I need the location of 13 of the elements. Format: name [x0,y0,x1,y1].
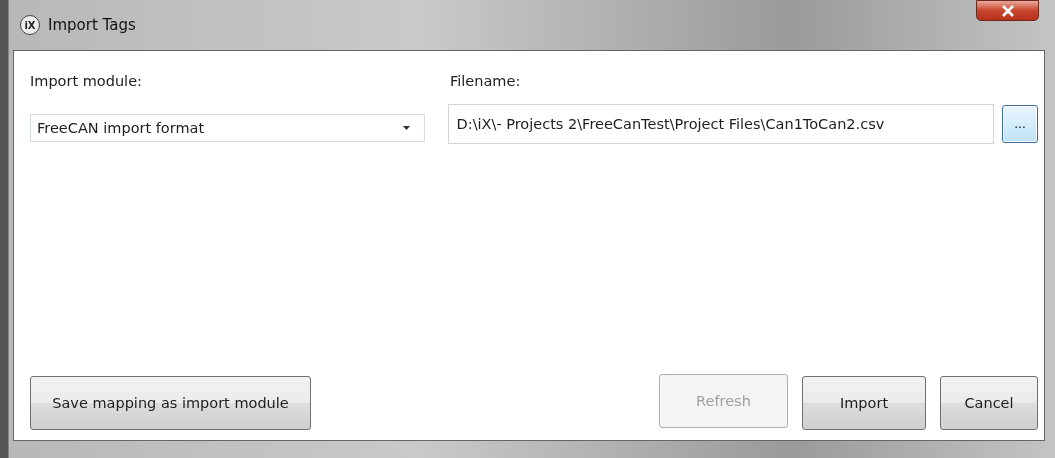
dialog-button[interactable]: Cancel [940,376,1038,430]
close-button[interactable] [976,0,1039,21]
app-logo: iX [20,15,40,35]
dialog-button[interactable]: Import [802,376,926,430]
field-label: Filename: [450,73,521,89]
dialog-button[interactable]: Save mapping as import module [30,376,311,430]
module-dropdown[interactable]: FreeCAN import format [30,113,425,142]
caret-icon [402,125,410,130]
window-title: Import Tags [48,16,136,34]
filename-field[interactable]: D:\iX\- Projects 2\FreeCanTest\Project Files\Can1ToCan2.csv [447,104,995,144]
close-icon [1000,4,1015,17]
browse-button[interactable]: ... [1002,105,1038,143]
field-label: Import module: [30,73,143,89]
